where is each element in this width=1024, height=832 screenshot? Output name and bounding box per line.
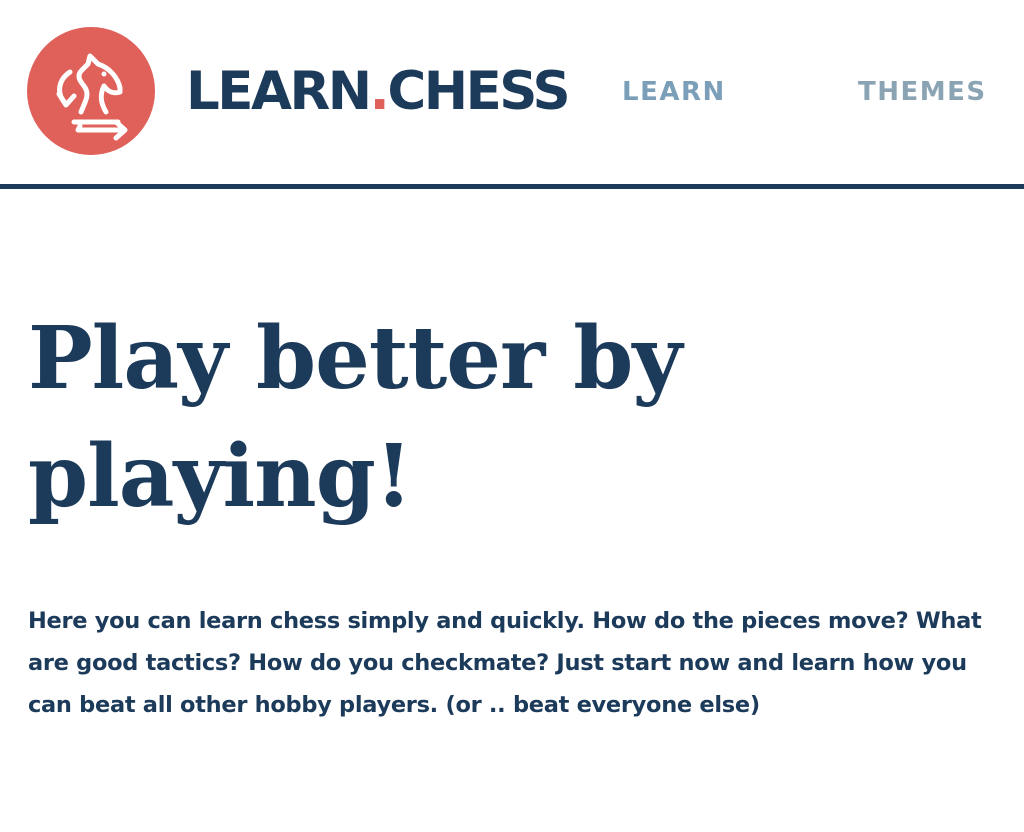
hero-intro-text: Here you can learn chess simply and quic… [28,608,982,718]
nav-themes[interactable]: THEMES [858,74,987,110]
logo-link[interactable] [26,26,156,156]
hero-title: Play better by playing! [28,308,682,527]
knight-arrows-icon [27,27,155,155]
brand-dot: . [369,61,390,122]
brand-learn: LEARN [186,61,372,122]
brand-chess: CHESS [387,61,570,122]
nav-learn[interactable]: LEARN [622,74,726,110]
site-brand[interactable]: LEARN.CHESS [186,56,571,128]
site-header: LEARN.CHESS LEARN THEMES [0,0,1024,184]
header-divider [0,184,1024,189]
